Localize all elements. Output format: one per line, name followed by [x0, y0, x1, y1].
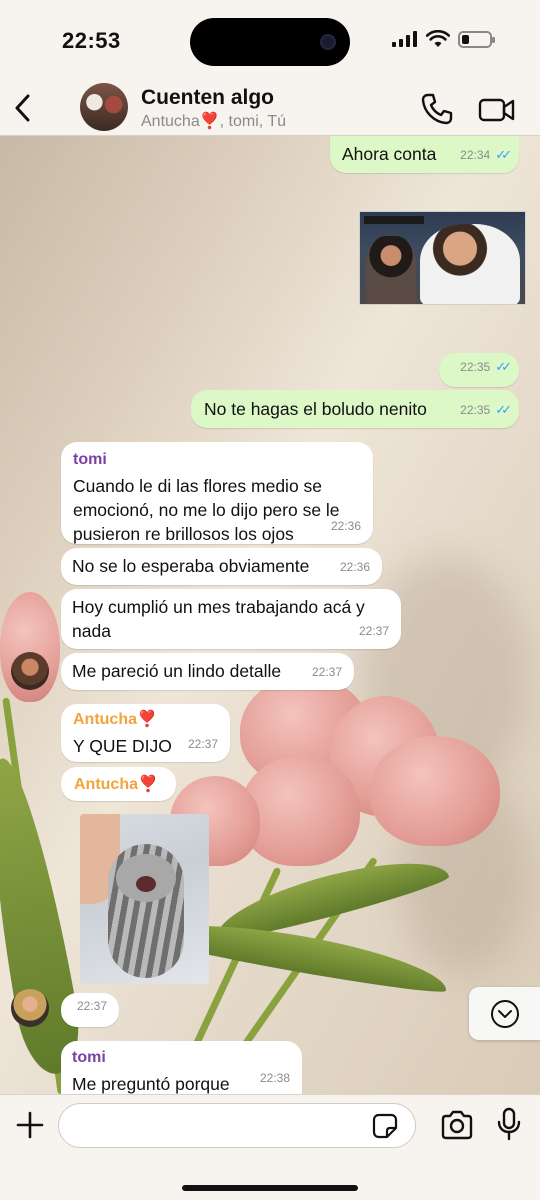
attach-plus-button[interactable]	[14, 1109, 46, 1141]
sticker-sender-label[interactable]: Antucha❣️	[61, 767, 176, 801]
sender-name[interactable]: tomi	[73, 448, 361, 472]
group-name[interactable]: Cuenten algo	[141, 86, 274, 110]
sender-name[interactable]: tomi	[72, 1046, 291, 1070]
chevron-left-icon	[15, 94, 30, 122]
signal-icon	[392, 31, 417, 47]
battery-level	[462, 34, 469, 44]
message-time: 22:35 ✓✓	[460, 355, 512, 379]
read-ticks-icon: ✓✓	[495, 359, 512, 374]
message-time: 22:38	[259, 1071, 290, 1085]
back-button[interactable]	[8, 88, 36, 128]
battery-icon	[458, 30, 495, 48]
sender-name[interactable]: Antucha❣️	[73, 708, 218, 732]
photo-person	[366, 236, 416, 304]
scroll-to-bottom-button[interactable]	[469, 987, 540, 1040]
read-ticks-icon: ✓✓	[495, 402, 512, 417]
sender-avatar-tomi[interactable]	[11, 652, 49, 690]
message-incoming[interactable]: Antucha❣️ Y QUE DIJO 22:37	[61, 704, 230, 762]
message-time: 22:37	[187, 737, 218, 751]
message-input-bar	[0, 1094, 540, 1200]
read-ticks-icon: ✓✓	[495, 147, 512, 162]
message-incoming[interactable]: No se lo esperaba obviamente 22:36	[61, 548, 382, 585]
camera-button[interactable]	[440, 1109, 474, 1141]
dynamic-island	[190, 18, 350, 66]
message-photo[interactable]	[359, 211, 526, 305]
status-bar: 22:53	[0, 0, 540, 80]
message-text: Me preguntó porque	[72, 1074, 230, 1094]
message-text: Ahora conta	[342, 144, 437, 164]
message-text: Hoy cumplió un mes trabajando acá y nada	[72, 597, 365, 641]
message-incoming[interactable]: tomi Cuando le di las flores medio se em…	[61, 442, 373, 544]
microphone-button[interactable]	[496, 1107, 522, 1141]
group-members[interactable]: Antucha❣️, tomi, Tú	[141, 111, 286, 131]
member-antucha: Antucha	[141, 113, 200, 130]
chevron-down-circle-icon	[490, 999, 519, 1028]
member-rest: , tomi, Tú	[219, 113, 287, 130]
message-text: Cuando le di las flores medio se emocion…	[73, 476, 340, 544]
message-time: 22:37	[311, 665, 342, 679]
message-time: 22:36	[339, 560, 370, 574]
message-time: 22:37	[76, 999, 107, 1013]
sticker-button[interactable]	[372, 1113, 398, 1139]
message-time: 22:34 ✓✓	[460, 143, 512, 167]
message-time: 22:37	[358, 624, 389, 638]
message-text: No se lo esperaba obviamente	[72, 556, 310, 576]
group-avatar[interactable]	[80, 83, 128, 131]
message-incoming[interactable]: 22:37	[61, 993, 119, 1027]
scoreboard-graphic	[364, 216, 424, 224]
sender-avatar-antucha[interactable]	[11, 989, 49, 1027]
message-sticker-cat[interactable]	[80, 814, 209, 984]
heart-emoji: ❣️	[199, 113, 220, 130]
message-outgoing[interactable]: 22:35 ✓✓	[439, 353, 519, 387]
sender-name[interactable]: Antucha❣️	[74, 773, 163, 797]
message-time: 22:35 ✓✓	[460, 398, 512, 422]
photo-person	[420, 224, 520, 304]
status-time: 22:53	[62, 28, 121, 53]
home-indicator	[182, 1185, 358, 1191]
chat-header: Cuenten algo Antucha❣️, tomi, Tú	[0, 80, 540, 136]
message-outgoing[interactable]: No te hagas el boludo nenito 22:35 ✓✓	[191, 390, 519, 428]
message-time: 22:36	[330, 519, 361, 533]
message-incoming[interactable]: Me pareció un lindo detalle 22:37	[61, 653, 354, 690]
message-outgoing[interactable]: Ahora conta 22:34 ✓✓	[330, 136, 519, 173]
message-text: No te hagas el boludo nenito	[204, 399, 427, 419]
wifi-icon	[426, 30, 450, 47]
phone-call-button[interactable]	[420, 92, 454, 126]
message-text: Me pareció un lindo detalle	[72, 661, 282, 681]
camera-dot-icon	[320, 34, 336, 50]
video-call-button[interactable]	[478, 92, 516, 126]
sticker-cat-mouth	[136, 876, 156, 892]
message-incoming[interactable]: Hoy cumplió un mes trabajando acá y nada…	[61, 589, 401, 649]
message-input[interactable]	[58, 1103, 416, 1148]
message-incoming[interactable]: tomi Me preguntó porque 22:38	[61, 1041, 302, 1094]
